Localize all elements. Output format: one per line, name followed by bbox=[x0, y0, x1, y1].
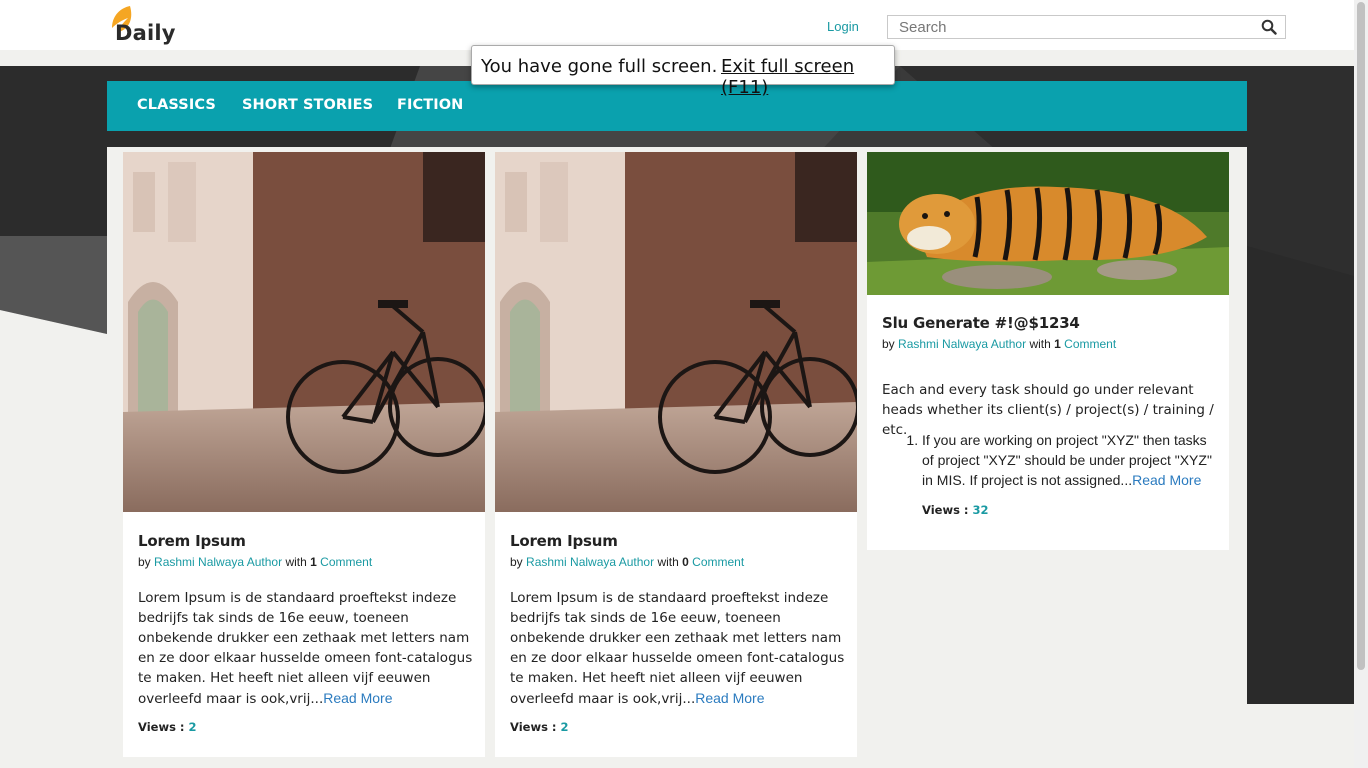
read-more-link[interactable]: Read More bbox=[1132, 472, 1201, 488]
with-label: with bbox=[657, 555, 679, 569]
by-label: by bbox=[138, 555, 151, 569]
post-title[interactable]: Lorem Ipsum bbox=[138, 532, 246, 550]
post-card: Lorem Ipsum by Rashmi Nalwaya Author wit… bbox=[495, 152, 857, 757]
comment-count: 0 bbox=[682, 555, 689, 569]
author-link[interactable]: Rashmi Nalwaya Author bbox=[526, 555, 654, 569]
with-label: with bbox=[1029, 337, 1051, 351]
post-task-list: If you are working on project "XYZ" then… bbox=[882, 430, 1222, 490]
post-views: Views : 32 bbox=[922, 503, 989, 517]
read-more-link[interactable]: Read More bbox=[695, 690, 764, 706]
exit-fullscreen-link[interactable]: Exit full screen (F11) bbox=[721, 56, 894, 98]
comment-link[interactable]: Comment bbox=[692, 555, 744, 569]
views-label: Views : bbox=[922, 503, 969, 517]
post-card: Lorem Ipsum by Rashmi Nalwaya Author wit… bbox=[123, 152, 485, 757]
page-scrollbar[interactable] bbox=[1354, 0, 1368, 768]
search-box bbox=[887, 15, 1286, 39]
post-meta: by Rashmi Nalwaya Author with 1 Comment bbox=[882, 337, 1116, 351]
post-views: Views : 2 bbox=[138, 720, 197, 734]
post-meta: by Rashmi Nalwaya Author with 1 Comment bbox=[138, 555, 372, 569]
list-item: If you are working on project "XYZ" then… bbox=[922, 430, 1222, 490]
nav-item-classics[interactable]: CLASSICS bbox=[137, 97, 216, 113]
comment-count: 1 bbox=[310, 555, 317, 569]
nav-item-fiction[interactable]: FICTION bbox=[397, 97, 463, 113]
excerpt-text: Lorem Ipsum is de standaard proeftekst i… bbox=[510, 590, 845, 707]
with-label: with bbox=[285, 555, 307, 569]
post-meta: by Rashmi Nalwaya Author with 0 Comment bbox=[510, 555, 744, 569]
fullscreen-notice: You have gone full screen. Exit full scr… bbox=[471, 45, 895, 98]
post-image-bicycle[interactable] bbox=[495, 152, 857, 512]
post-title[interactable]: Lorem Ipsum bbox=[510, 532, 618, 550]
author-link[interactable]: Rashmi Nalwaya Author bbox=[154, 555, 282, 569]
posts-grid: Lorem Ipsum by Rashmi Nalwaya Author wit… bbox=[107, 147, 1247, 768]
scrollbar-thumb[interactable] bbox=[1357, 2, 1365, 670]
category-nav: CLASSICS SHORT STORIES FICTION bbox=[107, 81, 1247, 131]
views-label: Views : bbox=[138, 720, 185, 734]
read-more-link[interactable]: Read More bbox=[323, 690, 392, 706]
post-excerpt: Lorem Ipsum is de standaard proeftekst i… bbox=[138, 588, 473, 709]
post-views: Views : 2 bbox=[510, 720, 569, 734]
by-label: by bbox=[882, 337, 895, 351]
post-image-bicycle[interactable] bbox=[123, 152, 485, 512]
by-label: by bbox=[510, 555, 523, 569]
views-label: Views : bbox=[510, 720, 557, 734]
post-title[interactable]: Slu Generate #!@$1234 bbox=[882, 314, 1080, 332]
comment-link[interactable]: Comment bbox=[320, 555, 372, 569]
post-excerpt: Lorem Ipsum is de standaard proeftekst i… bbox=[510, 588, 845, 709]
excerpt-text: Lorem Ipsum is de standaard proeftekst i… bbox=[138, 590, 473, 707]
search-icon[interactable] bbox=[1261, 19, 1277, 35]
comment-count: 1 bbox=[1054, 337, 1061, 351]
post-card: Slu Generate #!@$1234 by Rashmi Nalwaya … bbox=[867, 152, 1229, 550]
site-logo[interactable]: Daily bbox=[106, 4, 176, 46]
login-link[interactable]: Login bbox=[827, 19, 859, 34]
search-input[interactable] bbox=[888, 16, 1269, 38]
views-count: 32 bbox=[972, 503, 989, 517]
site-header: Daily Login bbox=[0, 0, 1354, 50]
fullscreen-message: You have gone full screen. bbox=[481, 56, 718, 77]
post-image-tiger[interactable] bbox=[867, 152, 1229, 295]
author-link[interactable]: Rashmi Nalwaya Author bbox=[898, 337, 1026, 351]
logo-text: Daily bbox=[115, 21, 176, 45]
views-count: 2 bbox=[188, 720, 197, 734]
views-count: 2 bbox=[560, 720, 569, 734]
nav-item-short-stories[interactable]: SHORT STORIES bbox=[242, 97, 373, 113]
comment-link[interactable]: Comment bbox=[1064, 337, 1116, 351]
